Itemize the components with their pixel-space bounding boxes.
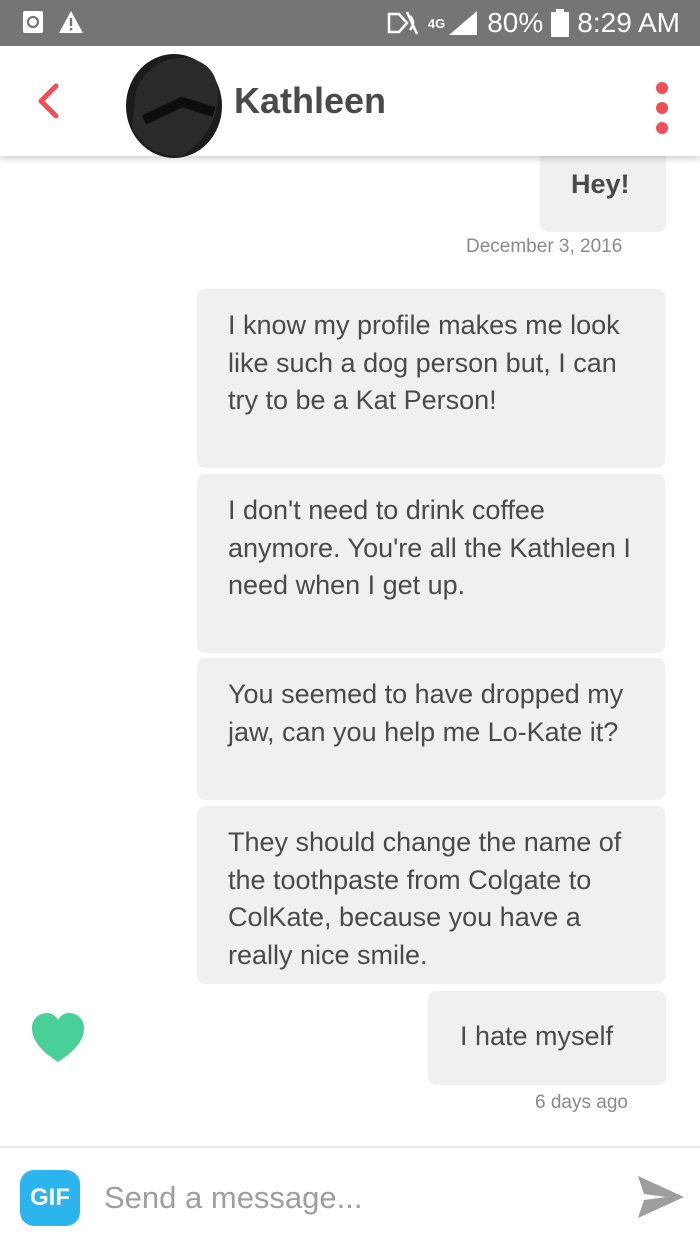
send-button[interactable] (636, 1174, 686, 1220)
message-bubble[interactable]: I know my profile makes me look like suc… (197, 289, 665, 468)
message-text: Hey! (571, 169, 630, 199)
network-type-label: 4G (427, 15, 446, 31)
clock: 8:29 AM (577, 7, 680, 38)
message-bubble[interactable]: I don't need to drink coffee anymore. Yo… (197, 474, 665, 653)
gif-button[interactable]: GIF (20, 1170, 80, 1226)
status-right: 4G 80% 8:29 AM (386, 6, 680, 40)
message-list[interactable]: Hey! December 3, 2016 I know my profile … (0, 156, 700, 1146)
chat-header: Kathleen (0, 46, 700, 158)
message-bubble[interactable]: Hey! (540, 156, 666, 232)
avatar[interactable] (122, 50, 226, 162)
message-input[interactable] (104, 1174, 604, 1222)
composer-bar: GIF (0, 1146, 700, 1246)
message-text: I don't need to drink coffee anymore. Yo… (228, 495, 631, 600)
signal-icon: 4G (428, 9, 479, 37)
like-button[interactable] (30, 1012, 86, 1064)
send-icon (638, 1176, 684, 1218)
message-text: I hate myself (460, 1021, 614, 1051)
message-bubble[interactable]: You seemed to have dropped my jaw, can y… (197, 658, 665, 800)
status-bar: 4G 80% 8:29 AM (0, 0, 700, 46)
battery-icon (551, 9, 570, 37)
more-options-button[interactable] (650, 78, 674, 138)
message-text: I know my profile makes me look like suc… (228, 310, 620, 415)
contact-name: Kathleen (234, 80, 387, 121)
message-text: They should change the name of the tooth… (228, 827, 622, 970)
back-chevron-icon (38, 83, 59, 119)
nfc-icon (386, 10, 420, 36)
recycle-notification-icon (22, 10, 44, 34)
message-timestamp: 6 days ago (535, 1092, 628, 1113)
more-vertical-icon (656, 82, 668, 134)
heart-icon (32, 1013, 84, 1062)
message-timestamp: December 3, 2016 (466, 236, 623, 257)
message-text: You seemed to have dropped my jaw, can y… (228, 679, 624, 747)
message-bubble[interactable]: They should change the name of the tooth… (197, 806, 665, 984)
back-button[interactable] (28, 76, 68, 126)
message-bubble[interactable]: I hate myself (428, 991, 666, 1085)
battery-percent: 80% (487, 7, 544, 38)
warning-icon (58, 10, 84, 34)
status-left-icons (22, 10, 84, 34)
